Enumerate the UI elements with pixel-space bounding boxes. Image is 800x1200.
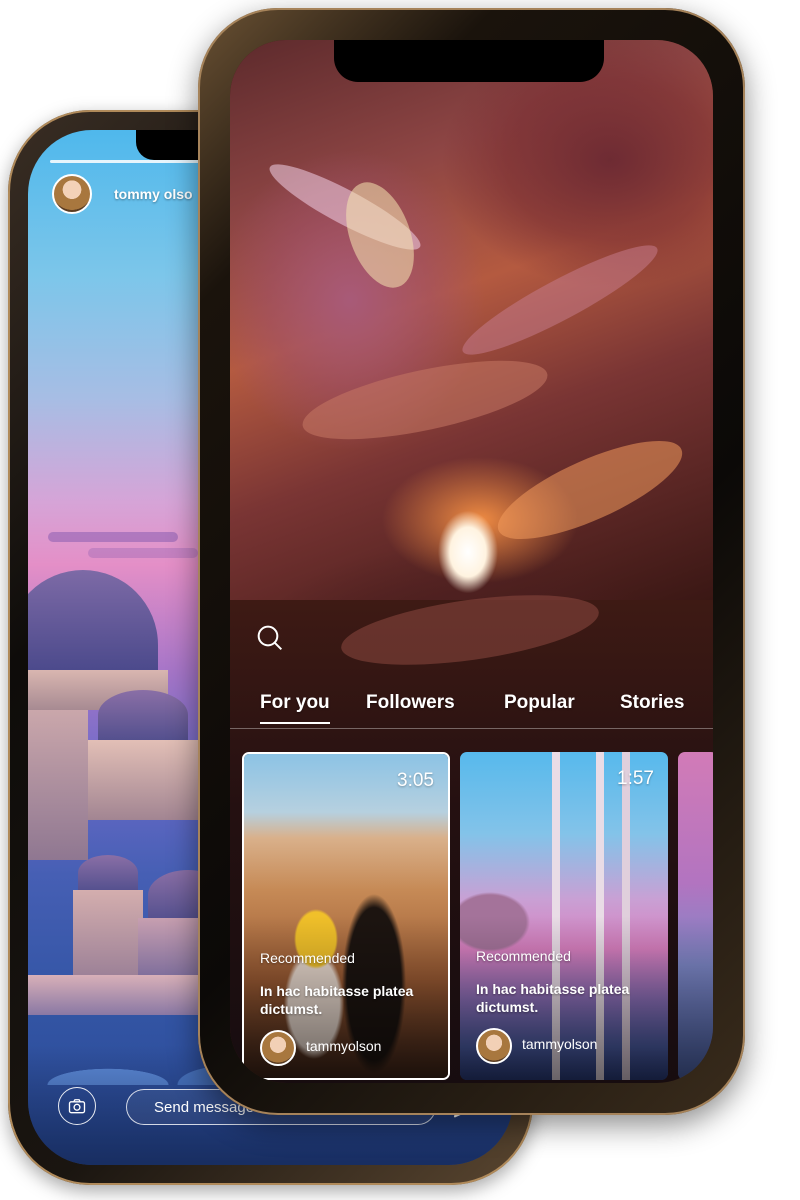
camera-button[interactable] xyxy=(58,1087,96,1125)
card-username[interactable]: tammyolson xyxy=(522,1036,597,1052)
feed-screen: For you Followers Popular Stories 3:05 R… xyxy=(230,40,713,1083)
feed-tabs: For you Followers Popular Stories xyxy=(230,692,713,726)
hero-image xyxy=(230,40,713,678)
card-description: In hac habitasse platea dictumst. xyxy=(260,983,414,1017)
search-icon xyxy=(257,625,283,651)
tab-popular[interactable]: Popular xyxy=(504,692,575,714)
video-card-partial[interactable] xyxy=(678,752,713,1080)
tab-followers[interactable]: Followers xyxy=(366,692,455,714)
card-username[interactable]: tammyolson xyxy=(306,1038,381,1054)
tab-divider xyxy=(230,728,713,729)
story-avatar[interactable] xyxy=(52,174,92,214)
cloud xyxy=(88,548,198,558)
notch xyxy=(334,40,604,82)
tab-stories[interactable]: Stories xyxy=(620,692,684,714)
video-duration: 3:05 xyxy=(397,770,434,791)
avatar[interactable] xyxy=(476,1028,512,1064)
camera-icon xyxy=(68,1099,86,1114)
search-button[interactable] xyxy=(254,622,286,654)
recommended-label: Recommended xyxy=(260,950,355,966)
avatar[interactable] xyxy=(260,1030,296,1066)
cloud xyxy=(48,532,178,542)
video-card[interactable]: 3:05 Recommended In hac habitasse platea… xyxy=(242,752,450,1080)
story-username[interactable]: tommy olso xyxy=(114,186,193,202)
video-duration: 1:57 xyxy=(617,768,654,789)
recommended-label: Recommended xyxy=(476,948,571,964)
video-card[interactable]: 1:57 Recommended In hac habitasse platea… xyxy=(460,752,668,1080)
front-phone: For you Followers Popular Stories 3:05 R… xyxy=(198,8,745,1115)
tab-for-you[interactable]: For you xyxy=(260,692,330,724)
card-description: In hac habitasse platea dictumst. xyxy=(476,981,630,1015)
